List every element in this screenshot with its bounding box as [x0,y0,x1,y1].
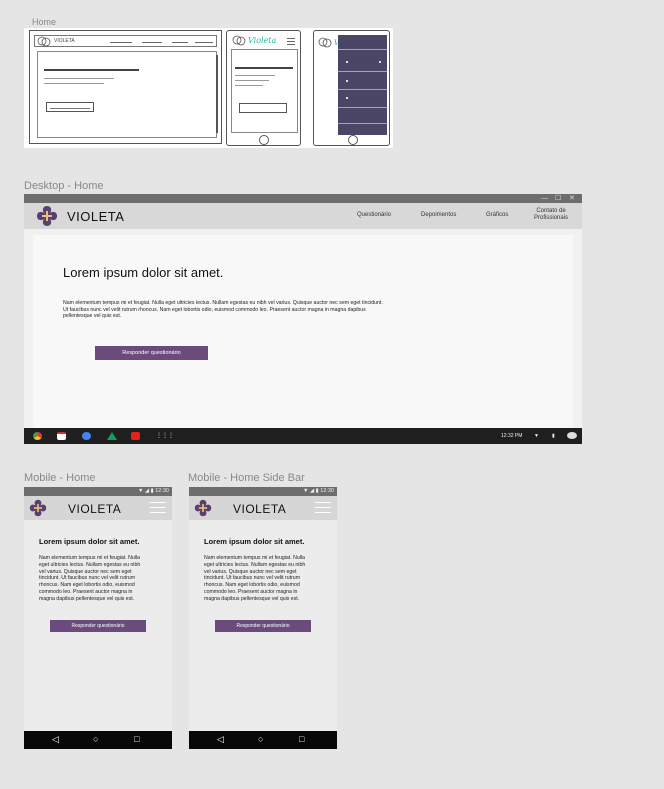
mobile-status-bar: ▼ ◢ ▮ 12:30 [189,487,337,496]
hero-paragraph: Nam elementum tempus mi et feugiat. Null… [63,300,463,320]
system-clock: 12:32 PM [501,433,523,439]
frame-label-mobile-sidebar: Mobile - Home Side Bar [188,472,305,484]
nav-contato[interactable]: Contato de Profissionais [530,208,572,222]
sketch-brand: VIOLETA [54,38,75,44]
sketch-sidebar [338,35,387,135]
brand-name: VIOLETA [67,209,125,224]
responder-questionario-button[interactable]: Responder questionário [95,346,208,360]
nav-contato-line1: Contato de [536,208,566,214]
mobile-paragraph: Nam elementum tempus mi et feugiat. Null… [39,555,164,603]
responder-questionario-button[interactable]: Responder questionário [50,620,146,632]
wifi-icon[interactable]: ▼ [534,432,539,440]
brand-name: VIOLETA [68,502,122,516]
paragraph-line: magna dapibus pellentesque vel quis est. [204,595,300,602]
mobile-status-bar: ▼ ◢ ▮ 12:30 [24,487,172,496]
paragraph-line: rhoncus. Nam eget lobortis odio, euismod [39,582,135,589]
hamburger-menu-icon[interactable] [150,502,166,513]
window-titlebar: — ☐ ✕ [24,194,582,203]
minimize-icon[interactable]: — [541,194,548,203]
paragraph-line: Nam elementum tempus mi et feugiat. Null… [204,555,305,561]
youtube-icon[interactable] [131,432,140,440]
gmail-icon[interactable] [57,432,66,440]
chrome-icon[interactable] [33,432,42,440]
paragraph-line: rhoncus. Nam eget lobortis odio, euismod [204,582,300,589]
sketch-logo-icon [37,36,51,47]
hamburger-menu-icon[interactable] [315,502,331,513]
paragraph-line: tincidunt. Ut faucibus nunc vel velit ru… [39,575,136,582]
user-avatar[interactable] [567,432,577,439]
frame-label-desktop: Desktop - Home [24,180,104,192]
battery-icon[interactable]: ▮ [552,432,555,440]
sketch-logo-icon [318,37,332,48]
nav-questionario[interactable]: Questionário [357,212,391,219]
desktop-navbar: VIOLETA Questionário Depoimentos Gráfico… [24,203,582,229]
android-nav-bar: ◁ ○ □ [189,731,337,749]
violeta-logo-icon[interactable] [194,499,212,517]
mobile-status-text: ▼ ◢ ▮ 12:30 [137,488,169,494]
desktop-frame: — ☐ ✕ VIOLETA Questionário Depoimentos G… [24,194,582,444]
paragraph-line: Nam elementum tempus mi et feugiat. Null… [39,555,140,561]
brand-name: VIOLETA [233,502,287,516]
paragraph-line: tincidunt. Ut faucibus nunc vel velit ru… [204,575,301,582]
frame-label-mobile: Mobile - Home [24,472,96,484]
sketch-brand-script: Violeta [248,36,277,45]
maximize-icon[interactable]: ☐ [555,194,561,203]
os-taskbar: ⋮⋮⋮ 12:32 PM ▼ ▮ [24,428,582,444]
close-icon[interactable]: ✕ [569,194,575,203]
violeta-logo-icon[interactable] [29,499,47,517]
android-nav-bar: ◁ ○ □ [24,731,172,749]
nav-contato-line2: Profissionais [533,215,568,221]
mobile-header: VIOLETA [24,496,172,520]
paragraph-line: pellentesque vel quis est. [63,313,122,319]
paragraph-line: commodo leo. Praesent auctor magna in [204,588,298,595]
paragraph-line: eget ultricies lectus. Nullam egestas eu… [39,561,141,568]
paragraph-line: vel varius. Quisque auctor nec sem eget [204,568,297,575]
frame-label-home: Home [32,17,57,27]
responder-questionario-button[interactable]: Responder questionário [215,620,311,632]
nav-depoimentos[interactable]: Depoimentos [421,212,456,219]
back-icon[interactable]: ◁ [217,734,224,745]
sketch-mobile: Violeta [226,30,301,146]
home-icon[interactable]: ○ [258,734,263,745]
sketch-logo-icon [232,35,246,46]
apps-grid-icon[interactable]: ⋮⋮⋮ [156,432,174,440]
sketch-desktop: VIOLETA [29,30,222,144]
back-icon[interactable]: ◁ [52,734,59,745]
mobile-headline: Lorem ipsum dolor sit amet. [39,537,140,546]
paragraph-line: vel varius. Quisque auctor nec sem eget [39,568,132,575]
recents-icon[interactable]: □ [134,734,139,745]
sketch-mobile-sidebar: Violeta [313,30,390,146]
sketch-wireframes: VIOLETA Violeta [24,28,393,148]
mobile-paragraph: Nam elementum tempus mi et feugiat. Null… [204,555,329,603]
paragraph-line: magna dapibus pellentesque vel quis est. [39,595,135,602]
home-icon[interactable]: ○ [93,734,98,745]
mobile-headline: Lorem ipsum dolor sit amet. [204,537,305,546]
recents-icon[interactable]: □ [299,734,304,745]
mobile-sidebar-frame: ▼ ◢ ▮ 12:30 VIOLETA Lorem ipsum dolor si… [189,487,337,749]
google-icon[interactable] [82,432,91,440]
mobile-status-text: ▼ ◢ ▮ 12:30 [302,488,334,494]
hero-card: Lorem ipsum dolor sit amet. Nam elementu… [33,235,573,428]
hero-headline: Lorem ipsum dolor sit amet. [63,265,224,280]
mobile-frame: ▼ ◢ ▮ 12:30 VIOLETA Lorem ipsum dolor si… [24,487,172,749]
paragraph-line: commodo leo. Praesent auctor magna in [39,588,133,595]
mobile-header: VIOLETA [189,496,337,520]
drive-icon[interactable] [107,432,117,440]
violeta-logo-icon[interactable] [36,205,58,227]
nav-graficos[interactable]: Gráficos [486,212,508,219]
paragraph-line: eget ultricies lectus. Nullam egestas eu… [204,561,306,568]
